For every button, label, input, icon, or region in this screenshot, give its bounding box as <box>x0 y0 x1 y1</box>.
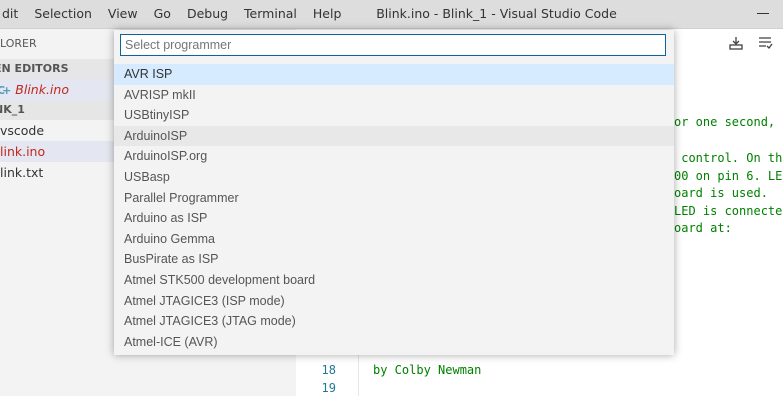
code-line: 00 on pin 6. LE <box>674 169 783 183</box>
code-line: oard at: <box>674 221 732 235</box>
minimize-button[interactable] <box>757 13 769 14</box>
quickpick-input[interactable] <box>120 34 666 56</box>
programmer-option[interactable]: Arduino Gemma <box>114 229 674 250</box>
programmer-option[interactable]: Parallel Programmer <box>114 188 674 209</box>
code-line: by Colby Newman <box>373 363 482 377</box>
code-line: or one second, <box>674 115 776 129</box>
menu-help[interactable]: Help <box>305 0 350 28</box>
menu-edit[interactable]: dit <box>0 0 26 28</box>
programmer-option[interactable]: USBasp <box>114 167 674 188</box>
programmer-option[interactable]: Atmel JTAGICE3 (ISP mode) <box>114 291 674 312</box>
code-line: LED is connecte <box>674 204 783 218</box>
programmer-option[interactable]: Atmel JTAGICE3 (JTAG mode) <box>114 311 674 332</box>
file-label: link.txt <box>0 165 44 180</box>
menu-go[interactable]: Go <box>146 0 179 28</box>
menu-view[interactable]: View <box>100 0 146 28</box>
file-label: vscode <box>0 123 45 138</box>
code-line: oard is used. <box>674 186 768 200</box>
open-editor-label: Blink.ino <box>15 82 69 97</box>
programmer-option[interactable]: AVR ISP <box>114 64 674 85</box>
line-number: 19 <box>321 381 336 395</box>
title-bar: dit Selection View Go Debug Terminal Hel… <box>0 0 783 29</box>
line-number: 18 <box>321 363 336 377</box>
programmer-option[interactable]: Arduino as ISP <box>114 208 674 229</box>
code-line: control. On th <box>674 151 783 165</box>
menu-terminal[interactable]: Terminal <box>236 0 305 28</box>
menu-bar: dit Selection View Go Debug Terminal Hel… <box>0 0 349 28</box>
verify-icon[interactable] <box>757 35 773 51</box>
upload-icon[interactable] <box>728 35 744 51</box>
menu-selection[interactable]: Selection <box>26 0 100 28</box>
programmer-option[interactable]: AVRISP mkII <box>114 85 674 106</box>
file-label: link.ino <box>0 144 46 159</box>
menu-debug[interactable]: Debug <box>179 0 236 28</box>
cpp-plus-icon: + <box>2 84 12 97</box>
programmer-option[interactable]: Atmel STK500 development board <box>114 270 674 291</box>
open-editors-label: EN EDITORS <box>0 62 69 75</box>
select-programmer-quickpick: AVR ISP AVRISP mkII USBtinyISP ArduinoIS… <box>114 30 674 355</box>
programmer-option[interactable]: BusPirate as ISP <box>114 249 674 270</box>
folder-label: NK_1 <box>0 103 25 116</box>
programmer-option[interactable]: ArduinoISP.org <box>114 146 674 167</box>
programmer-option[interactable]: USBtinyISP <box>114 105 674 126</box>
programmer-option[interactable]: Atmel-ICE (AVR) <box>114 332 674 353</box>
programmer-option[interactable]: ArduinoISP <box>114 125 674 147</box>
programmer-list: AVR ISP AVRISP mkII USBtinyISP ArduinoIS… <box>114 64 674 352</box>
